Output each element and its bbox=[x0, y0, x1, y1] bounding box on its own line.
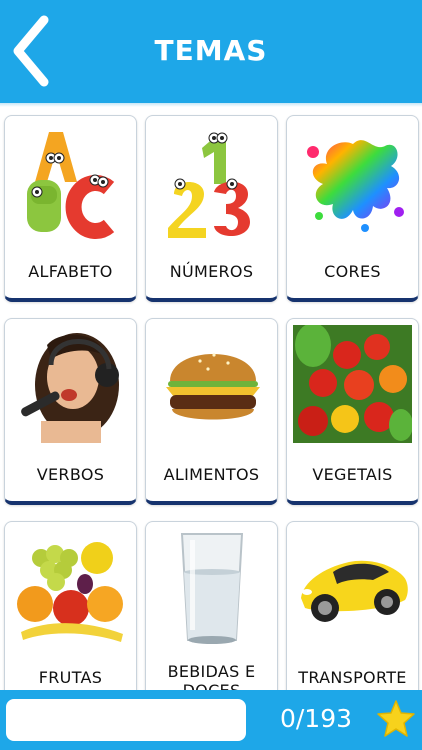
topic-card-vegetais[interactable]: VEGETAIS bbox=[286, 318, 419, 505]
topic-label: ALFABETO bbox=[28, 262, 113, 281]
topic-card-transporte[interactable]: TRANSPORTE bbox=[286, 521, 419, 690]
fruits-image bbox=[17, 542, 123, 642]
star-icon[interactable] bbox=[376, 699, 416, 739]
topic-card-verbos[interactable]: VERBOS bbox=[4, 318, 137, 505]
topic-card-numeros[interactable]: NÚMEROS bbox=[145, 115, 278, 302]
singing-girl-image bbox=[21, 333, 119, 443]
topic-label: NÚMEROS bbox=[169, 262, 254, 281]
topic-label: ALIMENTOS bbox=[163, 465, 260, 484]
burger-image bbox=[166, 353, 260, 420]
topic-card-frutas[interactable]: FRUTAS bbox=[4, 521, 137, 690]
topics-grid: ALFABETO NÚMEROS CORES VERBOS ALIMENTOS … bbox=[0, 107, 422, 690]
progress-bar bbox=[6, 699, 246, 741]
bottom-bar: 0/193 bbox=[0, 690, 422, 750]
vegetables-image bbox=[293, 325, 412, 443]
topic-card-bebidas-e-doces[interactable]: BEBIDAS E DOCES bbox=[145, 521, 278, 690]
topic-label: BEBIDAS E DOCES bbox=[150, 662, 273, 690]
color-splash-image bbox=[307, 140, 404, 232]
numbers-image bbox=[168, 132, 250, 238]
car-image bbox=[301, 560, 408, 622]
topic-label: TRANSPORTE bbox=[298, 668, 407, 687]
topic-label: FRUTAS bbox=[38, 668, 103, 687]
topic-card-cores[interactable]: CORES bbox=[286, 115, 419, 302]
topic-label: VEGETAIS bbox=[312, 465, 393, 484]
topic-label: VERBOS bbox=[36, 465, 105, 484]
score-counter: 0/193 bbox=[279, 704, 353, 733]
topic-card-alimentos[interactable]: ALIMENTOS bbox=[145, 318, 278, 505]
alphabet-blocks-image bbox=[27, 132, 115, 239]
topic-label: CORES bbox=[324, 262, 381, 281]
topic-label-line2: DOCES bbox=[183, 681, 241, 690]
top-bar: TEMAS bbox=[0, 0, 422, 103]
topic-label-line1: BEBIDAS E bbox=[167, 662, 256, 681]
topic-card-alfabeto[interactable]: ALFABETO bbox=[4, 115, 137, 302]
glass-of-water-image bbox=[180, 533, 244, 644]
page-title: TEMAS bbox=[154, 34, 268, 67]
